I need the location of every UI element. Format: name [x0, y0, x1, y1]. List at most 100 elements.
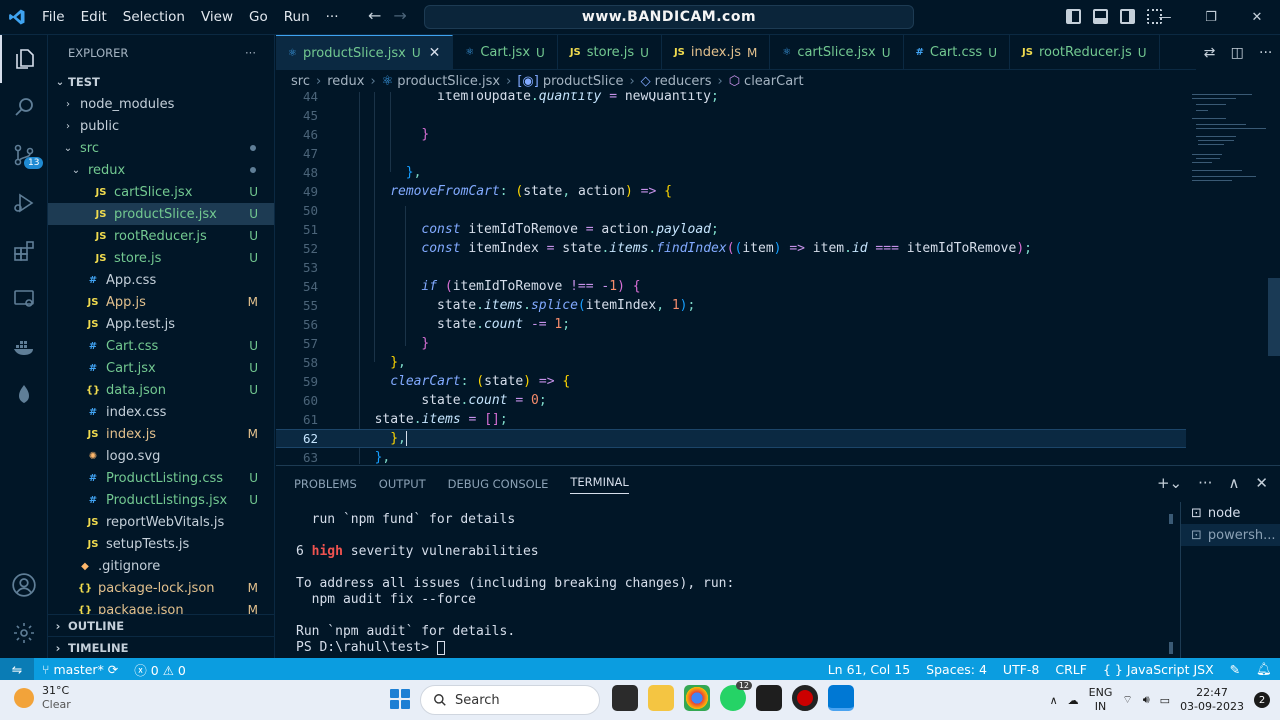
file-tree-item[interactable]: JS index.js M [48, 423, 274, 445]
live-share-icon[interactable]: ✎ [1222, 662, 1248, 677]
terminal-item-powershell[interactable]: ⊡ powersh... [1181, 524, 1280, 546]
settings-gear-icon[interactable] [0, 609, 48, 657]
notifications-bell-icon[interactable]: 🔔︎ [1248, 661, 1280, 677]
code-editor[interactable]: 44 itemToUpdate.quantity = newQuantity; 45… [276, 92, 1280, 464]
code-line[interactable]: 56 state.count -= 1; [276, 315, 1186, 334]
mongodb-leaf-icon[interactable] [0, 371, 48, 419]
volume-icon[interactable]: 🔊︎ [1143, 693, 1150, 707]
close-panel-icon[interactable]: ✕ [1255, 474, 1268, 492]
minimize-icon[interactable]: — [1142, 0, 1188, 35]
code-line[interactable]: 63}, [276, 448, 1186, 464]
close-icon[interactable]: ✕ [1234, 0, 1280, 35]
tab-debug-console[interactable]: DEBUG CONSOLE [448, 477, 549, 491]
code-line[interactable]: 44 itemToUpdate.quantity = newQuantity; [276, 92, 1186, 106]
code-line[interactable]: 62},​ [276, 429, 1186, 448]
file-tree-item[interactable]: # index.css [48, 401, 274, 423]
code-line[interactable]: 54 if (itemIdToRemove !== -1) { [276, 277, 1186, 296]
file-tree-item[interactable]: # App.css [48, 269, 274, 291]
file-tree-item[interactable]: # ProductListings.jsx U [48, 489, 274, 511]
menu-view[interactable]: View [193, 9, 241, 25]
file-tree-item[interactable]: {} data.json U [48, 379, 274, 401]
terminal-item-node[interactable]: ⊡ node [1181, 502, 1280, 524]
editor-tab[interactable]: JS store.js U [558, 35, 662, 69]
minimap[interactable] [1188, 92, 1268, 212]
encoding[interactable]: UTF-8 [995, 662, 1047, 677]
windows-start-icon[interactable] [390, 689, 410, 709]
editor-tab[interactable]: JS rootReducer.js U [1010, 35, 1160, 69]
run-debug-icon[interactable] [0, 179, 48, 227]
breadcrumb-item[interactable]: redux [327, 74, 364, 89]
code-line[interactable]: 50 [276, 201, 1186, 220]
file-tree-item[interactable]: JS App.test.js [48, 313, 274, 335]
code-line[interactable]: 59 clearCart: (state) => { [276, 372, 1186, 391]
code-line[interactable]: 46} [276, 125, 1186, 144]
explorer-more-icon[interactable]: ··· [245, 46, 256, 60]
file-tree-item[interactable]: JS App.js M [48, 291, 274, 313]
problems-indicator[interactable]: ⓧ 0 ⚠ 0 [126, 660, 194, 679]
breadcrumb-item[interactable]: clearCart [744, 74, 804, 89]
vscode-taskbar-icon[interactable] [828, 685, 854, 711]
terminal-app-icon[interactable] [756, 685, 782, 711]
file-tree-item[interactable]: {} package-lock.json M [48, 577, 274, 599]
toggle-secondary-sidebar-icon[interactable] [1120, 9, 1135, 24]
source-control-icon[interactable]: 13 [0, 131, 48, 179]
file-tree-item[interactable]: › public [48, 115, 274, 137]
back-arrow-icon[interactable]: ← [368, 6, 381, 25]
breadcrumb-item[interactable]: productSlice [543, 74, 624, 89]
timeline-section[interactable]: › TIMELINE [48, 636, 274, 658]
terminal-scrollbar[interactable] [1169, 514, 1173, 654]
cloud-icon[interactable]: ☁ [1068, 694, 1079, 707]
tab-terminal[interactable]: TERMINAL [570, 475, 629, 494]
file-tree-item[interactable]: JS cartSlice.jsx U [48, 181, 274, 203]
compare-changes-icon[interactable]: ⇄ [1204, 45, 1216, 61]
editor-scrollbar[interactable] [1268, 278, 1280, 356]
file-tree-item[interactable]: › node_modules [48, 93, 274, 115]
chevron-up-icon[interactable]: ∧ [1050, 694, 1058, 707]
remote-indicator-icon[interactable]: ⇋ [0, 658, 34, 680]
toggle-panel-icon[interactable] [1093, 9, 1108, 24]
menu-run[interactable]: Run [276, 9, 318, 25]
menu-selection[interactable]: Selection [115, 9, 193, 25]
file-tree-item[interactable]: ⌄ src [48, 137, 274, 159]
code-line[interactable]: 49 removeFromCart: (state, action) => { [276, 182, 1186, 201]
file-tree-item[interactable]: ✺ logo.svg [48, 445, 274, 467]
code-line[interactable]: 47 [276, 144, 1186, 163]
breadcrumb-item[interactable]: reducers [655, 74, 712, 89]
code-line[interactable]: 53 [276, 258, 1186, 277]
command-center-search[interactable]: www.BANDICAM.com [424, 5, 914, 29]
file-tree-item[interactable]: JS productSlice.jsx U [48, 203, 274, 225]
bandicam-record-icon[interactable] [792, 685, 818, 711]
end-of-line[interactable]: CRLF [1047, 662, 1095, 677]
remote-explorer-icon[interactable] [0, 275, 48, 323]
code-line[interactable]: 52 const itemIndex = state.items.findInde… [276, 239, 1186, 258]
more-actions-icon[interactable]: ··· [1259, 45, 1272, 61]
code-line[interactable]: 60 state.count = 0; [276, 391, 1186, 410]
whatsapp-icon[interactable]: 12 [720, 681, 752, 711]
terminal-output[interactable]: run `npm fund` for details 6 high severit… [296, 512, 1166, 657]
menu-more[interactable]: ··· [318, 9, 347, 25]
file-tree-item[interactable]: ⌄ redux [48, 159, 274, 181]
explorer-icon[interactable] [0, 35, 48, 83]
editor-tab[interactable]: # Cart.css U [904, 35, 1010, 69]
language-indicator[interactable]: ENG IN [1089, 686, 1113, 714]
file-tree-item[interactable]: ◆ .gitignore [48, 555, 274, 577]
chrome-icon[interactable] [684, 685, 710, 711]
account-icon[interactable] [0, 561, 48, 609]
tab-output[interactable]: OUTPUT [379, 477, 426, 491]
code-line[interactable]: 57} [276, 334, 1186, 353]
file-tree-item[interactable]: JS reportWebVitals.js [48, 511, 274, 533]
branch-indicator[interactable]: ⑂ master* ⟳ [34, 662, 126, 677]
code-line[interactable]: 45 [276, 106, 1186, 125]
taskbar-search[interactable]: Search [420, 685, 600, 715]
forward-arrow-icon[interactable]: → [393, 6, 406, 25]
menu-edit[interactable]: Edit [73, 9, 115, 25]
maximize-panel-icon[interactable]: ∧ [1228, 474, 1239, 492]
restore-icon[interactable]: ❐ [1188, 0, 1234, 35]
breadcrumb-item[interactable]: src [291, 74, 310, 89]
tab-problems[interactable]: PROBLEMS [294, 477, 357, 491]
cursor-position[interactable]: Ln 61, Col 15 [820, 662, 918, 677]
editor-tab[interactable]: JS index.js M [662, 35, 771, 69]
notification-count[interactable]: 2 [1254, 692, 1270, 708]
file-tree-item[interactable]: # ProductListing.css U [48, 467, 274, 489]
search-icon[interactable] [0, 83, 48, 131]
